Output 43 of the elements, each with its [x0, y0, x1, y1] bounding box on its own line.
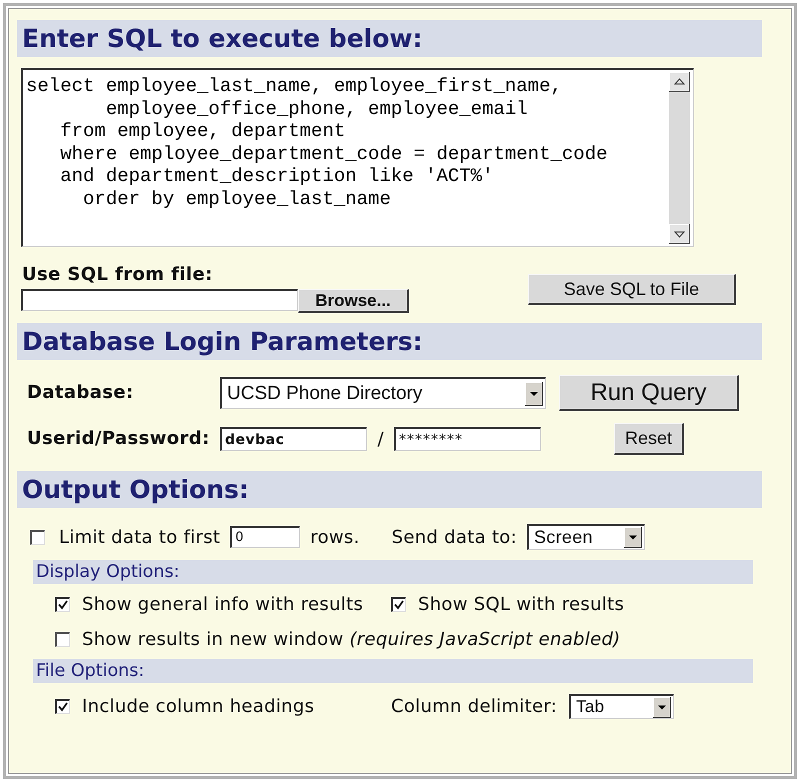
delimiter-select[interactable]: Tab [569, 694, 674, 719]
scrollbar[interactable] [669, 72, 690, 244]
check-icon [394, 600, 404, 610]
browse-button[interactable]: Browse... [298, 289, 409, 313]
checkbox[interactable] [55, 632, 70, 647]
credentials-label: Userid/Password: [27, 429, 207, 449]
row-limit-field[interactable]: 0 [230, 526, 300, 548]
separator-slash: / [376, 428, 385, 450]
save-sql-button[interactable]: Save SQL to File [528, 274, 736, 305]
dropdown-arrow-icon [525, 382, 543, 406]
userid-field[interactable]: devbac [220, 427, 367, 451]
password-field[interactable]: ******** [394, 427, 541, 451]
file-label: Use SQL from file: [22, 265, 213, 285]
dropdown-arrow-icon [653, 696, 672, 718]
section-heading: Database Login Parameters: [17, 323, 762, 360]
delimiter-label: Column delimiter: [391, 696, 558, 717]
file-path-field[interactable] [21, 289, 298, 311]
scroll-up-arrow-icon[interactable] [669, 72, 690, 92]
checkbox[interactable] [30, 530, 45, 544]
reset-button[interactable]: Reset [614, 423, 684, 455]
subsection-heading: File Options: [33, 659, 753, 683]
limit-label: Limit data to first [59, 526, 220, 548]
database-label: Database: [27, 383, 135, 403]
scroll-down-arrow-icon[interactable] [669, 224, 690, 244]
send-to-select[interactable]: Screen [526, 524, 645, 550]
checkbox[interactable] [391, 597, 406, 612]
option-label: Include column headings [82, 696, 314, 717]
sql-text-area[interactable]: select employee_last_name, employee_first_name, employee_office_phone, employee_email from employee, department where employee_department_code = department_code and department_description like 'ACT%' order by employee_last_name [21, 68, 694, 247]
section-heading: Enter SQL to execute below: [17, 20, 762, 57]
checkbox[interactable] [55, 699, 70, 714]
rows-label: rows. [310, 526, 360, 548]
database-select[interactable]: UCSD Phone Directory [220, 377, 546, 409]
subsection-heading: Display Options: [33, 560, 753, 584]
section-heading: Output Options: [17, 471, 762, 508]
checkbox[interactable] [55, 597, 70, 612]
dropdown-arrow-icon [624, 527, 642, 548]
check-icon [58, 600, 68, 610]
option-label: Show results in new window (requires JavaScript enabled) [82, 629, 621, 650]
run-query-button[interactable]: Run Query [559, 375, 739, 411]
option-label: Show general info with results [82, 594, 364, 615]
check-icon [58, 702, 68, 712]
option-label: Show SQL with results [418, 594, 624, 615]
send-to-label: Send data to: [392, 526, 517, 548]
